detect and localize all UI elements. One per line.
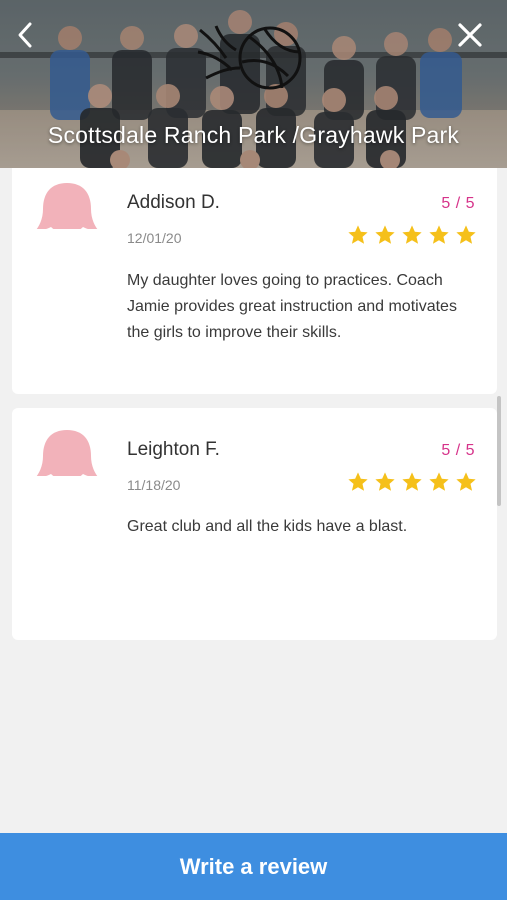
volleyball-logo — [197, 25, 302, 90]
write-review-button[interactable]: Write a review — [0, 833, 507, 900]
avatar — [35, 430, 99, 496]
rating-text: 5 / 5 — [441, 195, 475, 212]
page-title: Scottsdale Ranch Park /Grayhawk Park — [47, 122, 460, 148]
star-icon — [375, 472, 395, 491]
header-banner: Scottsdale Ranch Park /Grayhawk Park — [0, 0, 507, 168]
rating-text: 5 / 5 — [441, 442, 475, 459]
star-icon — [348, 472, 368, 491]
star-icon — [402, 225, 422, 244]
review-date: 11/18/20 — [127, 477, 181, 493]
review-text: My daughter loves going to practices. Co… — [127, 272, 457, 341]
star-icon — [429, 225, 449, 244]
star-rating — [347, 471, 477, 493]
star-icon — [429, 472, 449, 491]
chevron-left-icon — [18, 22, 32, 48]
review-date: 12/01/20 — [127, 230, 182, 246]
review-card: Addison D. 12/01/20 5 / 5 My daughter lo… — [12, 160, 497, 394]
star-icon — [375, 225, 395, 244]
star-rating — [347, 224, 477, 246]
close-button[interactable] — [453, 18, 487, 52]
review-text: Great club and all the kids have a blast… — [127, 518, 408, 535]
star-icon — [348, 225, 368, 244]
star-icon — [456, 472, 476, 491]
review-card: Leighton F. 11/18/20 5 / 5 Great club an… — [12, 408, 497, 640]
reviewer-name: Leighton F. — [127, 439, 220, 460]
scrollbar[interactable] — [497, 396, 501, 506]
close-icon — [458, 23, 482, 47]
avatar — [35, 183, 99, 249]
star-icon — [456, 225, 476, 244]
app-screen: Addison D. 12/01/20 5 / 5 My daughter lo… — [0, 0, 507, 900]
reviewer-name: Addison D. — [127, 192, 220, 213]
star-icon — [402, 472, 422, 491]
back-button[interactable] — [8, 18, 42, 52]
